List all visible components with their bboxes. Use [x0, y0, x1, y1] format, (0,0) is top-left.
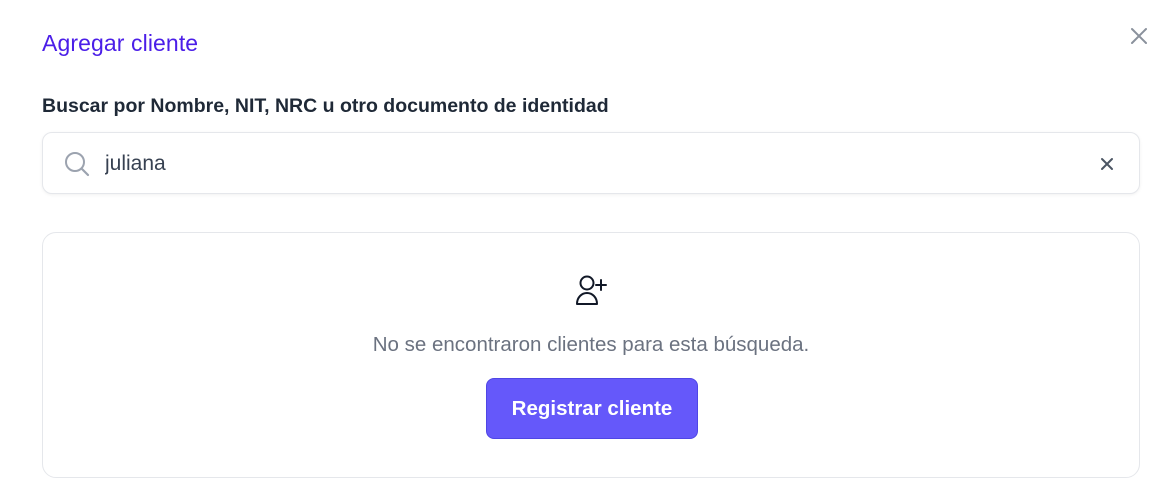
search-label: Buscar por Nombre, NIT, NRC u otro docum…: [42, 95, 609, 117]
search-field[interactable]: [42, 132, 1140, 194]
clear-icon: [1101, 158, 1113, 170]
search-icon: [65, 152, 90, 177]
empty-message: No se encontraron clientes para esta bús…: [372, 333, 810, 356]
clear-search-button[interactable]: [1095, 152, 1119, 176]
close-button[interactable]: [1124, 21, 1154, 51]
user-plus-icon: [576, 275, 607, 305]
empty-results-card: No se encontraron clientes para esta bús…: [42, 232, 1140, 478]
modal-title: Agregar cliente: [42, 30, 199, 56]
add-client-modal: Agregar cliente Buscar por Nombre, NIT, …: [0, 0, 1170, 491]
close-icon: [1131, 28, 1147, 44]
search-input[interactable]: [105, 147, 1065, 181]
register-client-button[interactable]: Registrar cliente: [486, 378, 698, 439]
